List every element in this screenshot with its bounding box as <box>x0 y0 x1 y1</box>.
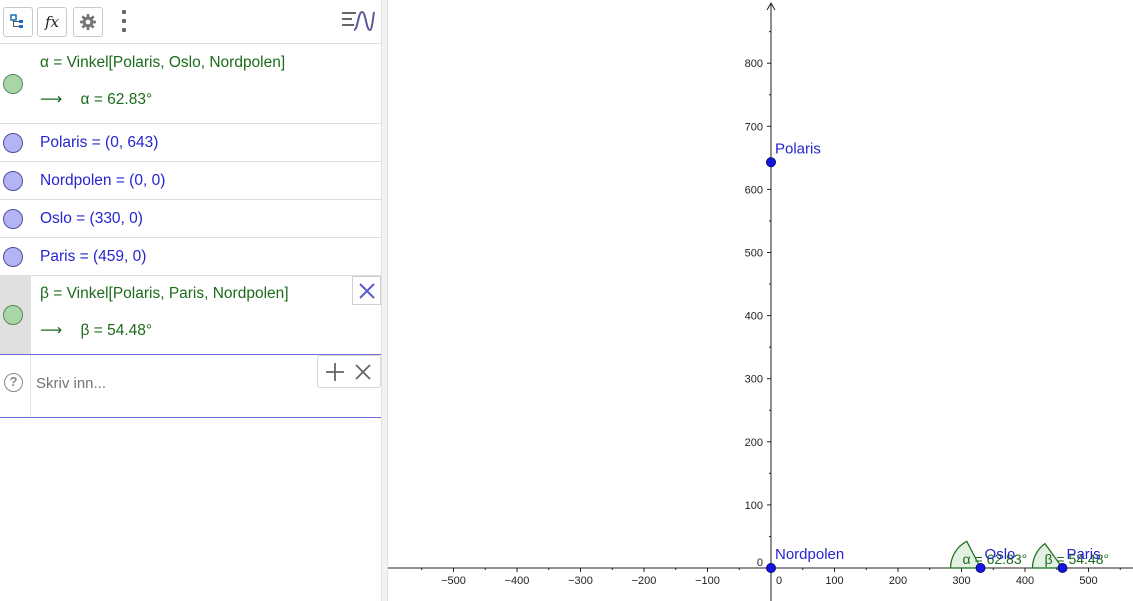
x-tick-label: 200 <box>889 575 907 587</box>
visibility-toggle-nordpolen[interactable] <box>3 171 23 191</box>
oslo-definition[interactable]: Oslo = (330, 0) <box>40 210 143 228</box>
algebra-row-beta[interactable]: β = Vinkel[Polaris, Paris, Nordpolen] ⟶ … <box>0 276 381 355</box>
y-tick-label: 300 <box>745 374 763 386</box>
algebra-toolbar: 𝑓x <box>0 0 381 44</box>
graphics-view[interactable]: −500 −400 −300 −200 −100 0 100 200 300 400 500 100 2… <box>388 0 1133 601</box>
style-bar-icon <box>342 10 375 32</box>
x-tick-label: −300 <box>568 575 593 587</box>
point-label-paris: Paris <box>1066 546 1100 563</box>
origin-label: 0 <box>757 557 763 569</box>
visibility-toggle-alpha[interactable] <box>3 74 23 94</box>
delete-row-button[interactable] <box>352 276 381 305</box>
algebra-row-polaris[interactable]: Polaris = (0, 643) <box>0 124 381 162</box>
beta-value-text: β = 54.48° <box>80 322 153 339</box>
algebra-row-nordpolen[interactable]: Nordpolen = (0, 0) <box>0 162 381 200</box>
visibility-toggle-beta[interactable] <box>3 305 23 325</box>
nordpolen-definition[interactable]: Nordpolen = (0, 0) <box>40 172 165 190</box>
settings-button[interactable] <box>73 7 103 37</box>
y-tick-label: 200 <box>745 437 763 449</box>
input-actions <box>317 355 381 388</box>
point-label-polaris: Polaris <box>775 140 821 157</box>
point-label-nordpolen: Nordpolen <box>775 546 844 563</box>
alpha-definition[interactable]: α = Vinkel[Polaris, Oslo, Nordpolen] <box>40 54 285 72</box>
close-icon <box>358 282 375 299</box>
x-tick-label: 0 <box>776 575 782 587</box>
gear-icon <box>80 14 96 30</box>
alpha-value-text: α = 62.83° <box>80 91 153 108</box>
beta-definition[interactable]: β = Vinkel[Polaris, Paris, Nordpolen] <box>40 285 289 303</box>
x-tick-label: −400 <box>505 575 530 587</box>
paris-definition[interactable]: Paris = (459, 0) <box>40 248 146 266</box>
add-icon[interactable] <box>324 362 346 382</box>
x-tick-label: 400 <box>1016 575 1034 587</box>
row-gutter: ? <box>0 355 31 417</box>
style-bar-toggle-button[interactable] <box>340 8 376 34</box>
y-tick-label: 600 <box>745 184 763 196</box>
visibility-toggle-polaris[interactable] <box>3 133 23 153</box>
y-tick-label: 500 <box>745 248 763 260</box>
tree-icon <box>10 14 23 28</box>
close-icon[interactable] <box>354 363 372 381</box>
algebra-row-paris[interactable]: Paris = (459, 0) <box>0 238 381 276</box>
point-nordpolen <box>766 563 776 573</box>
view-splitter[interactable] <box>381 0 388 601</box>
alpha-value: ⟶ α = 62.83° <box>40 90 152 109</box>
point-paris <box>1057 563 1068 573</box>
visibility-toggle-oslo[interactable] <box>3 209 23 229</box>
x-tick-label: −200 <box>632 575 657 587</box>
algebra-view: 𝑓x α = Vinkel[Polaris, Oslo, Nordpolen] … <box>0 0 381 601</box>
algebra-row-oslo[interactable]: Oslo = (330, 0) <box>0 200 381 238</box>
arrow-icon: ⟶ <box>40 322 63 339</box>
point-label-oslo: Oslo <box>985 546 1016 563</box>
help-icon[interactable]: ? <box>4 373 23 392</box>
x-tick-label: 500 <box>1079 575 1097 587</box>
graphics-canvas[interactable]: −500 −400 −300 −200 −100 0 100 200 300 400 500 100 2… <box>388 0 1133 601</box>
x-tick-label: 300 <box>952 575 970 587</box>
x-tick-label: −500 <box>441 575 466 587</box>
x-tick-label: −100 <box>695 575 720 587</box>
polaris-definition[interactable]: Polaris = (0, 643) <box>40 134 158 152</box>
more-vert-icon[interactable] <box>117 10 131 34</box>
point-polaris <box>766 157 776 168</box>
fx-icon: 𝑓x <box>44 13 59 31</box>
y-tick-label: 400 <box>745 311 763 323</box>
point-oslo <box>975 563 986 573</box>
beta-value: ⟶ β = 54.48° <box>40 321 152 340</box>
algebra-description-button[interactable] <box>3 7 33 37</box>
y-tick-label: 700 <box>745 121 763 133</box>
y-tick-label: 800 <box>745 58 763 70</box>
algebra-input[interactable] <box>36 375 306 392</box>
visibility-toggle-paris[interactable] <box>3 247 23 267</box>
arrow-icon: ⟶ <box>40 91 63 108</box>
y-tick-label: 100 <box>745 500 763 512</box>
fx-button[interactable]: 𝑓x <box>37 7 67 37</box>
algebra-row-alpha[interactable]: α = Vinkel[Polaris, Oslo, Nordpolen] ⟶ α… <box>0 44 381 124</box>
algebra-input-row: ? <box>0 354 381 418</box>
algebra-rows: α = Vinkel[Polaris, Oslo, Nordpolen] ⟶ α… <box>0 44 381 355</box>
x-tick-label: 100 <box>825 575 843 587</box>
